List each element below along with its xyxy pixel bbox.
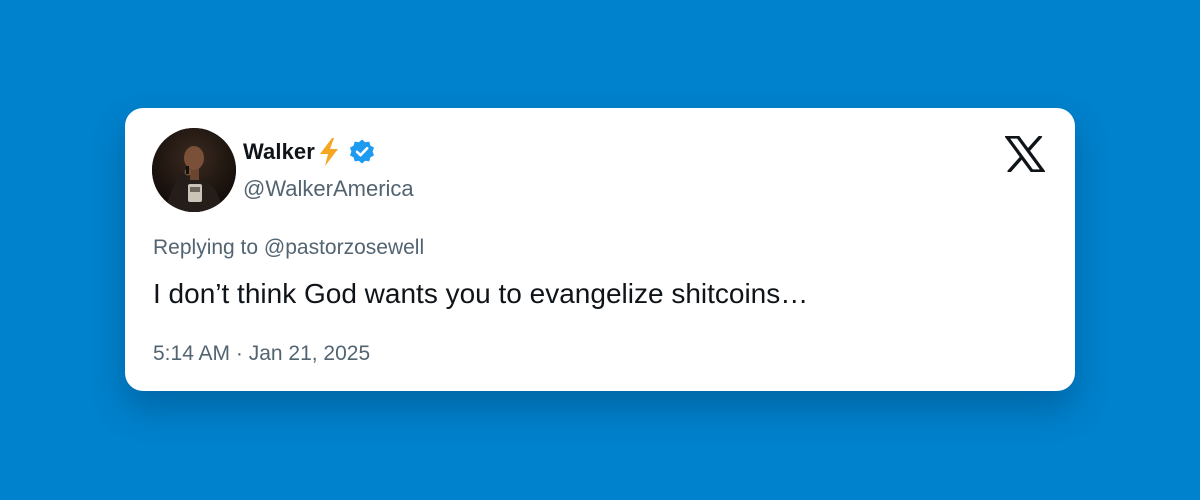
author-handle[interactable]: @WalkerAmerica bbox=[243, 176, 414, 202]
reply-to-handle[interactable]: @pastorzosewell bbox=[264, 236, 424, 259]
tweet-card[interactable]: Walker @WalkerAmerica Replying to @pasto… bbox=[125, 108, 1075, 391]
author-name-row: Walker bbox=[243, 136, 376, 168]
reply-context: Replying to @pastorzosewell bbox=[153, 236, 424, 260]
lightning-bolt-icon bbox=[316, 137, 342, 167]
x-logo-icon[interactable] bbox=[1003, 134, 1047, 174]
reply-prefix: Replying to bbox=[153, 236, 264, 259]
display-name[interactable]: Walker bbox=[243, 139, 315, 165]
avatar-image bbox=[152, 128, 236, 212]
avatar[interactable] bbox=[152, 128, 236, 212]
tweet-timestamp[interactable]: 5:14 AM · Jan 21, 2025 bbox=[153, 342, 370, 366]
tweet-text: I don’t think God wants you to evangeliz… bbox=[153, 278, 809, 309]
verified-badge-icon bbox=[348, 138, 376, 166]
